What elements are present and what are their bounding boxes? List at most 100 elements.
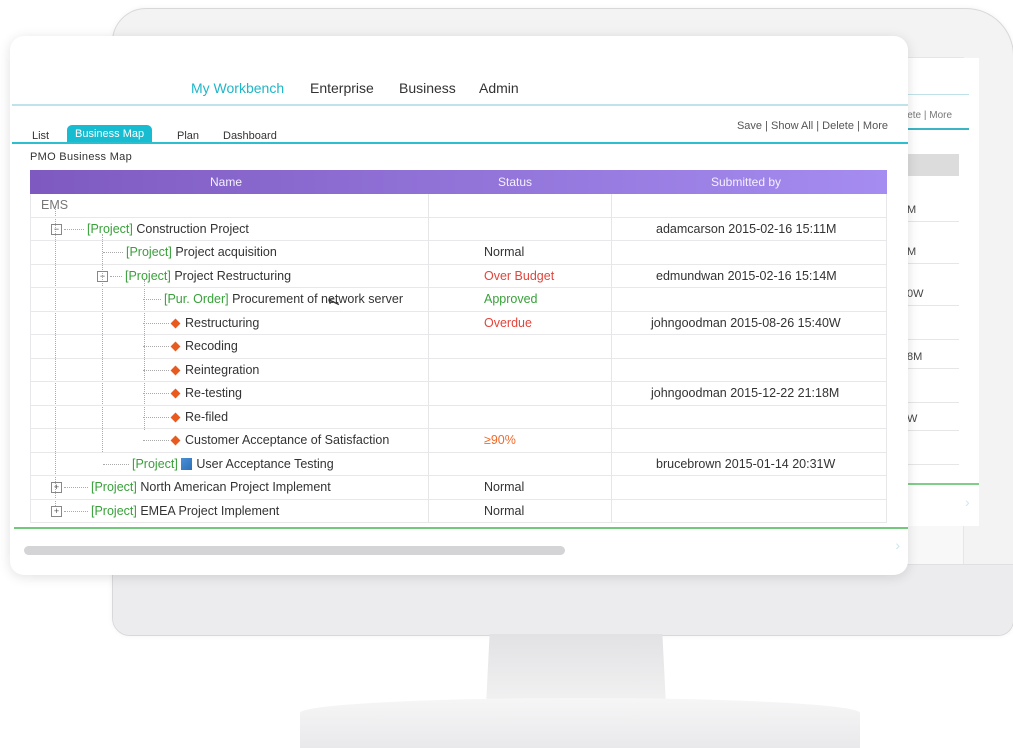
table-row[interactable]: Recoding [31,335,886,359]
top-navigation: My Workbench Enterprise Business Admin [10,74,908,102]
row-submitted: johngoodman 2015-08-26 15:40W [651,315,841,330]
row-name: EMS [41,198,69,212]
tab-divider [12,142,908,144]
row-prefix: [Project] [87,221,133,236]
row-name[interactable]: EMEA Project Implement [140,504,279,518]
monitor-stand-base [300,698,860,748]
tree-connector [64,228,84,230]
background-table-row: 8M [901,346,959,369]
row-name[interactable]: Recoding [185,339,238,353]
tree-connector [143,322,169,324]
row-status: Approved [484,292,538,306]
row-submitted: brucebrown 2015-01-14 20:31W [656,456,836,471]
row-name[interactable]: Reintegration [185,363,259,377]
background-table-row [901,317,959,340]
row-submitted: johngoodman 2015-12-22 21:18M [651,386,840,400]
row-name[interactable]: Restructuring [185,316,259,330]
table-body: EMS − [Project] Construction Project adam… [30,194,887,523]
tree-connector [143,299,161,301]
row-status: Normal [484,503,525,518]
toolbar-actions[interactable]: Save | Show All | Delete | More [737,120,888,132]
table-row[interactable]: Restructuring Overdue johngoodman 2015-0… [31,312,886,335]
chevron-right-icon[interactable]: › [965,494,970,510]
tree-connector [64,510,88,512]
row-status: Normal [484,480,525,494]
tree-connector [103,463,129,465]
row-name[interactable]: Customer Acceptance of Satisfaction [185,433,389,447]
row-name[interactable]: North American Project Implement [140,480,330,494]
table-row[interactable]: EMS [31,194,886,218]
minus-box-icon[interactable]: − [51,223,62,235]
nav-my-workbench[interactable]: My Workbench [191,80,284,96]
row-name[interactable]: Re-filed [185,410,228,424]
nav-business[interactable]: Business [399,80,456,96]
tree-connector [143,440,169,442]
nav-divider [12,104,908,106]
row-name[interactable]: Construction Project [136,222,249,236]
row-prefix: [Pur. Order] [164,292,229,306]
nav-enterprise[interactable]: Enterprise [310,80,374,96]
section-title: PMO Business Map [30,151,133,163]
table-row[interactable]: [Project] User Acceptance Testing bruceb… [31,453,886,476]
row-name[interactable]: User Acceptance Testing [196,457,333,471]
monitor-stand-neck [486,634,666,706]
plus-box-icon[interactable]: + [51,505,62,517]
row-prefix: [Project] [91,480,137,494]
table-row[interactable]: [Pur. Order] Procurement of network serv… [31,288,886,312]
background-actions[interactable]: lete | More [905,110,952,121]
table-row[interactable]: Customer Acceptance of Satisfaction ≥90% [31,429,886,453]
table-header: Name Status Submitted by [30,170,887,194]
background-table-row [901,380,959,403]
business-map-table: Name Status Submitted by EMS − [Project] … [30,170,887,523]
column-header-submitted-by[interactable]: Submitted by [711,175,781,189]
nav-admin[interactable]: Admin [479,80,519,96]
background-table-row: 0W [901,283,959,306]
table-row[interactable]: + [Project] EMEA Project Implement Normal [31,500,886,523]
table-row[interactable]: + [Project] North American Project Implem… [31,476,886,500]
row-name[interactable]: Project acquisition [175,245,276,259]
row-status: Over Budget [484,268,555,283]
diamond-icon [170,412,181,423]
tree-connector [110,275,122,277]
table-row[interactable]: − [Project] Project Restructuring Over Bu… [31,265,886,288]
tree-connector [143,346,169,348]
chevron-right-icon[interactable]: › [895,537,900,553]
table-row[interactable]: − [Project] Construction Project adamcars… [31,218,886,241]
horizontal-scrollbar[interactable] [24,546,565,555]
app-window: My Workbench Enterprise Business Admin L… [10,36,908,575]
tree-connector [143,393,169,395]
row-status: Overdue [484,315,532,330]
background-table-header [901,154,959,176]
row-name[interactable]: Re-testing [185,386,242,400]
row-prefix: [Project] [126,245,172,259]
background-table-row: M [901,241,959,264]
background-table-row: M [901,199,959,222]
diamond-icon [170,341,181,352]
diamond-icon [170,318,181,329]
diamond-icon [170,435,181,446]
tree-connector [143,416,169,418]
row-prefix: [Project] [91,503,137,518]
tree-connector [143,369,169,371]
row-status: Normal [484,245,525,259]
minus-box-icon[interactable]: − [97,270,108,282]
row-prefix: [Project] [132,456,178,471]
tree-connector [103,252,123,254]
background-table-row [901,442,959,465]
diamond-icon [170,365,181,376]
row-prefix: [Project] [125,268,171,283]
table-row[interactable]: [Project] Project acquisition Normal [31,241,886,265]
background-table-row: W [901,408,959,431]
diamond-icon [170,388,181,399]
row-status: ≥90% [484,433,516,447]
plus-box-icon[interactable]: + [51,482,62,494]
table-row[interactable]: Re-filed [31,406,886,429]
column-header-status[interactable]: Status [498,175,532,189]
table-row[interactable]: Re-testing johngoodman 2015-12-22 21:18M [31,382,886,406]
row-name[interactable]: Procurement of network server [232,292,403,306]
column-header-name[interactable]: Name [210,175,242,189]
row-name[interactable]: Project Restructuring [174,269,291,283]
row-submitted: edmundwan 2015-02-16 15:14M [656,268,837,283]
table-row[interactable]: Reintegration [31,359,886,382]
document-icon [181,458,193,471]
